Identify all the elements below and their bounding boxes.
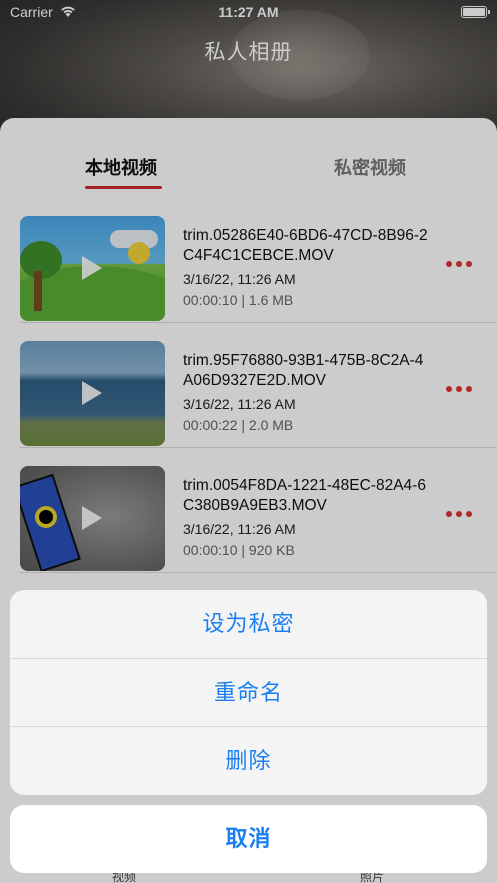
rename-button[interactable]: 重命名 xyxy=(10,658,487,726)
cancel-button[interactable]: 取消 xyxy=(10,805,487,873)
action-sheet: 设为私密 重命名 删除 xyxy=(10,590,487,795)
set-private-button[interactable]: 设为私密 xyxy=(10,590,487,658)
delete-button[interactable]: 删除 xyxy=(10,726,487,794)
